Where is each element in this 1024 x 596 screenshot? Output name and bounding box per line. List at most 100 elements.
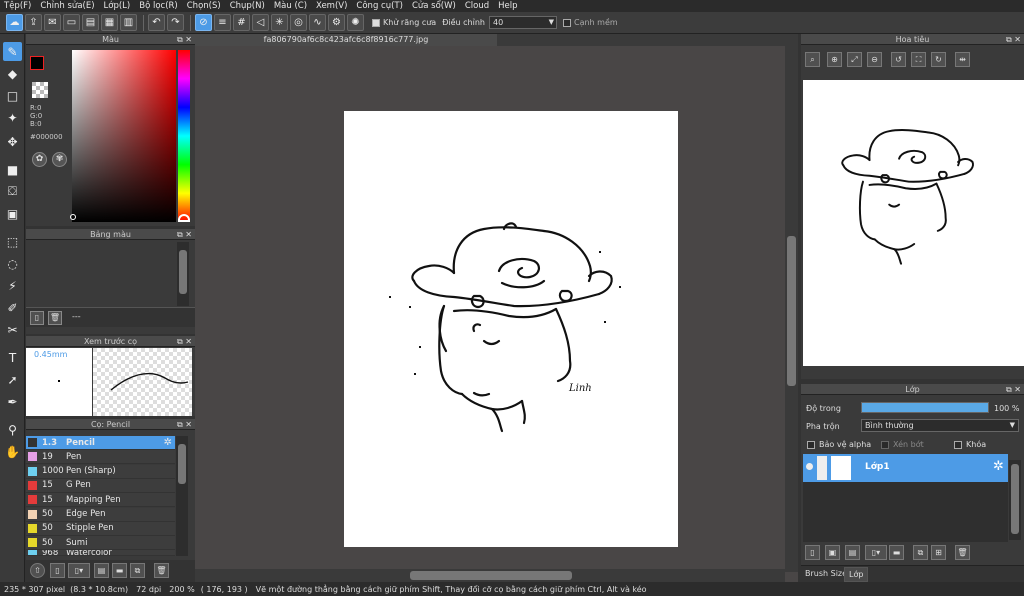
saturation-value-picker[interactable]: [72, 50, 176, 222]
cloud-icon[interactable]: ☁: [6, 14, 23, 31]
parallel-snap-icon[interactable]: ≡: [214, 14, 231, 31]
brush-options-icon[interactable]: ▯▾: [68, 563, 90, 578]
text-tool-icon[interactable]: T: [3, 348, 22, 367]
edge-checkbox[interactable]: [562, 18, 571, 27]
close-icon[interactable]: ⧉ ✕: [1006, 384, 1021, 395]
brush-row[interactable]: 50 Sumi: [26, 536, 175, 551]
brush-row[interactable]: 50 Stipple Pen: [26, 521, 175, 536]
menu-item[interactable]: Xem(V): [316, 1, 347, 11]
hand-tool-icon[interactable]: ✋: [3, 442, 22, 461]
import-layer-icon[interactable]: ▯▾: [865, 545, 887, 560]
flip-icon[interactable]: ⇹: [955, 52, 970, 67]
menu-item[interactable]: Chỉnh sửa(E): [40, 1, 94, 11]
eyedropper-tool-icon[interactable]: ⚲: [3, 420, 22, 439]
redo-icon[interactable]: ↷: [167, 14, 184, 31]
brush-row[interactable]: 15 G Pen: [26, 478, 175, 493]
brush-settings-icon[interactable]: ▤: [94, 563, 109, 578]
select-pen-tool-icon[interactable]: ✐: [3, 298, 22, 317]
menu-item[interactable]: Công cụ(T): [356, 1, 403, 11]
duplicate-layer-icon[interactable]: ⧉: [913, 545, 928, 560]
gear-icon[interactable]: ✺: [347, 14, 364, 31]
canvas-area[interactable]: Linh: [195, 46, 798, 582]
folder-icon[interactable]: ▬: [889, 545, 904, 560]
new-palette-icon[interactable]: ▯: [30, 311, 44, 325]
brush-list-scrollbar[interactable]: [176, 436, 188, 556]
menu-item[interactable]: Bộ lọc(R): [139, 1, 178, 11]
tab-brush-size[interactable]: Brush Size: [805, 569, 847, 578]
brush-row[interactable]: 50 Edge Pen: [26, 507, 175, 522]
undo-icon[interactable]: ↶: [148, 14, 165, 31]
close-icon[interactable]: ⧉ ✕: [177, 336, 192, 347]
rotate-right-icon[interactable]: ↻: [931, 52, 946, 67]
hue-slider-handle[interactable]: [178, 214, 190, 222]
trash-icon[interactable]: 🗑: [154, 563, 169, 578]
fit-window-icon[interactable]: ⛶: [911, 52, 926, 67]
layer-scrollbar[interactable]: [1009, 460, 1021, 540]
lasso-tool-icon[interactable]: ◌: [3, 254, 22, 273]
cloud-brush-icon[interactable]: ⇧: [30, 563, 45, 578]
comment-icon[interactable]: ▭: [63, 14, 80, 31]
layout-icon[interactable]: ▦: [101, 14, 118, 31]
select-tool-icon[interactable]: ⬚: [3, 232, 22, 251]
opacity-slider[interactable]: [861, 402, 989, 413]
layer-row[interactable]: Lớp1 ✲: [803, 454, 1008, 482]
crosshatch-snap-icon[interactable]: #: [233, 14, 250, 31]
palette-icon[interactable]: ✿: [32, 152, 47, 167]
zoom-out-icon[interactable]: ⊖: [867, 52, 882, 67]
eraser-tool-icon[interactable]: ◆: [3, 64, 22, 83]
menu-item[interactable]: Lớp(L): [104, 1, 131, 11]
new-halftone-layer-icon[interactable]: ▣: [825, 545, 840, 560]
pen-tool-icon[interactable]: ✒: [3, 392, 22, 411]
brush-row[interactable]: 15 Mapping Pen: [26, 493, 175, 508]
palette-scrollbar[interactable]: [177, 242, 189, 306]
magic-tool-icon[interactable]: ✦: [3, 108, 22, 127]
radial-snap-icon[interactable]: ✳: [271, 14, 288, 31]
grid-icon[interactable]: ▥: [120, 14, 137, 31]
export-icon[interactable]: ⇪: [25, 14, 42, 31]
menu-item[interactable]: Cửa sổ(W): [412, 1, 456, 11]
brush-row[interactable]: 1.3 Pencil ✲: [26, 436, 175, 450]
tab-layer[interactable]: Lớp: [844, 567, 869, 582]
gear-icon[interactable]: ✲: [164, 437, 172, 448]
hue-slider[interactable]: [178, 50, 190, 222]
picker-cursor[interactable]: [70, 214, 76, 220]
fill-rect-tool-icon[interactable]: ■: [3, 160, 22, 179]
select-eraser-tool-icon[interactable]: ✂: [3, 320, 22, 339]
menu-item[interactable]: Tệp(F): [4, 1, 31, 11]
close-icon[interactable]: ⧉ ✕: [1006, 34, 1021, 45]
close-icon[interactable]: ⧉ ✕: [177, 34, 192, 45]
trash-icon[interactable]: 🗑: [48, 311, 62, 325]
circle-snap-icon[interactable]: ◎: [290, 14, 307, 31]
chat-icon[interactable]: ✉: [44, 14, 61, 31]
canvas-vertical-scrollbar[interactable]: [785, 46, 798, 572]
bucket-tool-icon[interactable]: ⛋: [3, 182, 22, 201]
close-icon[interactable]: ⧉ ✕: [177, 419, 192, 430]
alpha-protect-checkbox[interactable]: [807, 441, 815, 449]
move-tool-icon[interactable]: ✥: [3, 132, 22, 151]
adjust-select[interactable]: 40 ▼: [488, 16, 557, 29]
add-brush-icon[interactable]: ▯: [50, 563, 65, 578]
mixer-icon[interactable]: ✾: [52, 152, 67, 167]
rectangle-tool-icon[interactable]: □: [3, 86, 22, 105]
document-icon[interactable]: ▤: [82, 14, 99, 31]
duplicate-icon[interactable]: ⧉: [130, 563, 145, 578]
operation-tool-icon[interactable]: ➚: [3, 370, 22, 389]
blend-select[interactable]: Bình thường ▼: [861, 419, 1019, 432]
folder-icon[interactable]: ▬: [112, 563, 127, 578]
vertical-scroll-thumb[interactable]: [787, 236, 796, 386]
perspective-snap-icon[interactable]: ◁: [252, 14, 269, 31]
zoom-search-icon[interactable]: ⌕: [805, 52, 820, 67]
settings-snap-icon[interactable]: ⚙: [328, 14, 345, 31]
curve-snap-icon[interactable]: ∿: [309, 14, 326, 31]
clip-checkbox[interactable]: [881, 441, 889, 449]
brush-row[interactable]: 19 Pen: [26, 450, 175, 465]
canvas-horizontal-scrollbar[interactable]: [195, 569, 785, 582]
new-layer-icon[interactable]: ▯: [805, 545, 820, 560]
new-layer-option-icon[interactable]: ▤: [845, 545, 860, 560]
foreground-color-swatch[interactable]: [30, 56, 44, 70]
drawing-canvas[interactable]: Linh: [344, 111, 678, 547]
menu-item[interactable]: Cloud: [465, 1, 489, 11]
gear-icon[interactable]: ✲: [993, 459, 1004, 474]
menu-item[interactable]: Chọn(S): [187, 1, 221, 11]
eye-icon[interactable]: [806, 463, 813, 470]
